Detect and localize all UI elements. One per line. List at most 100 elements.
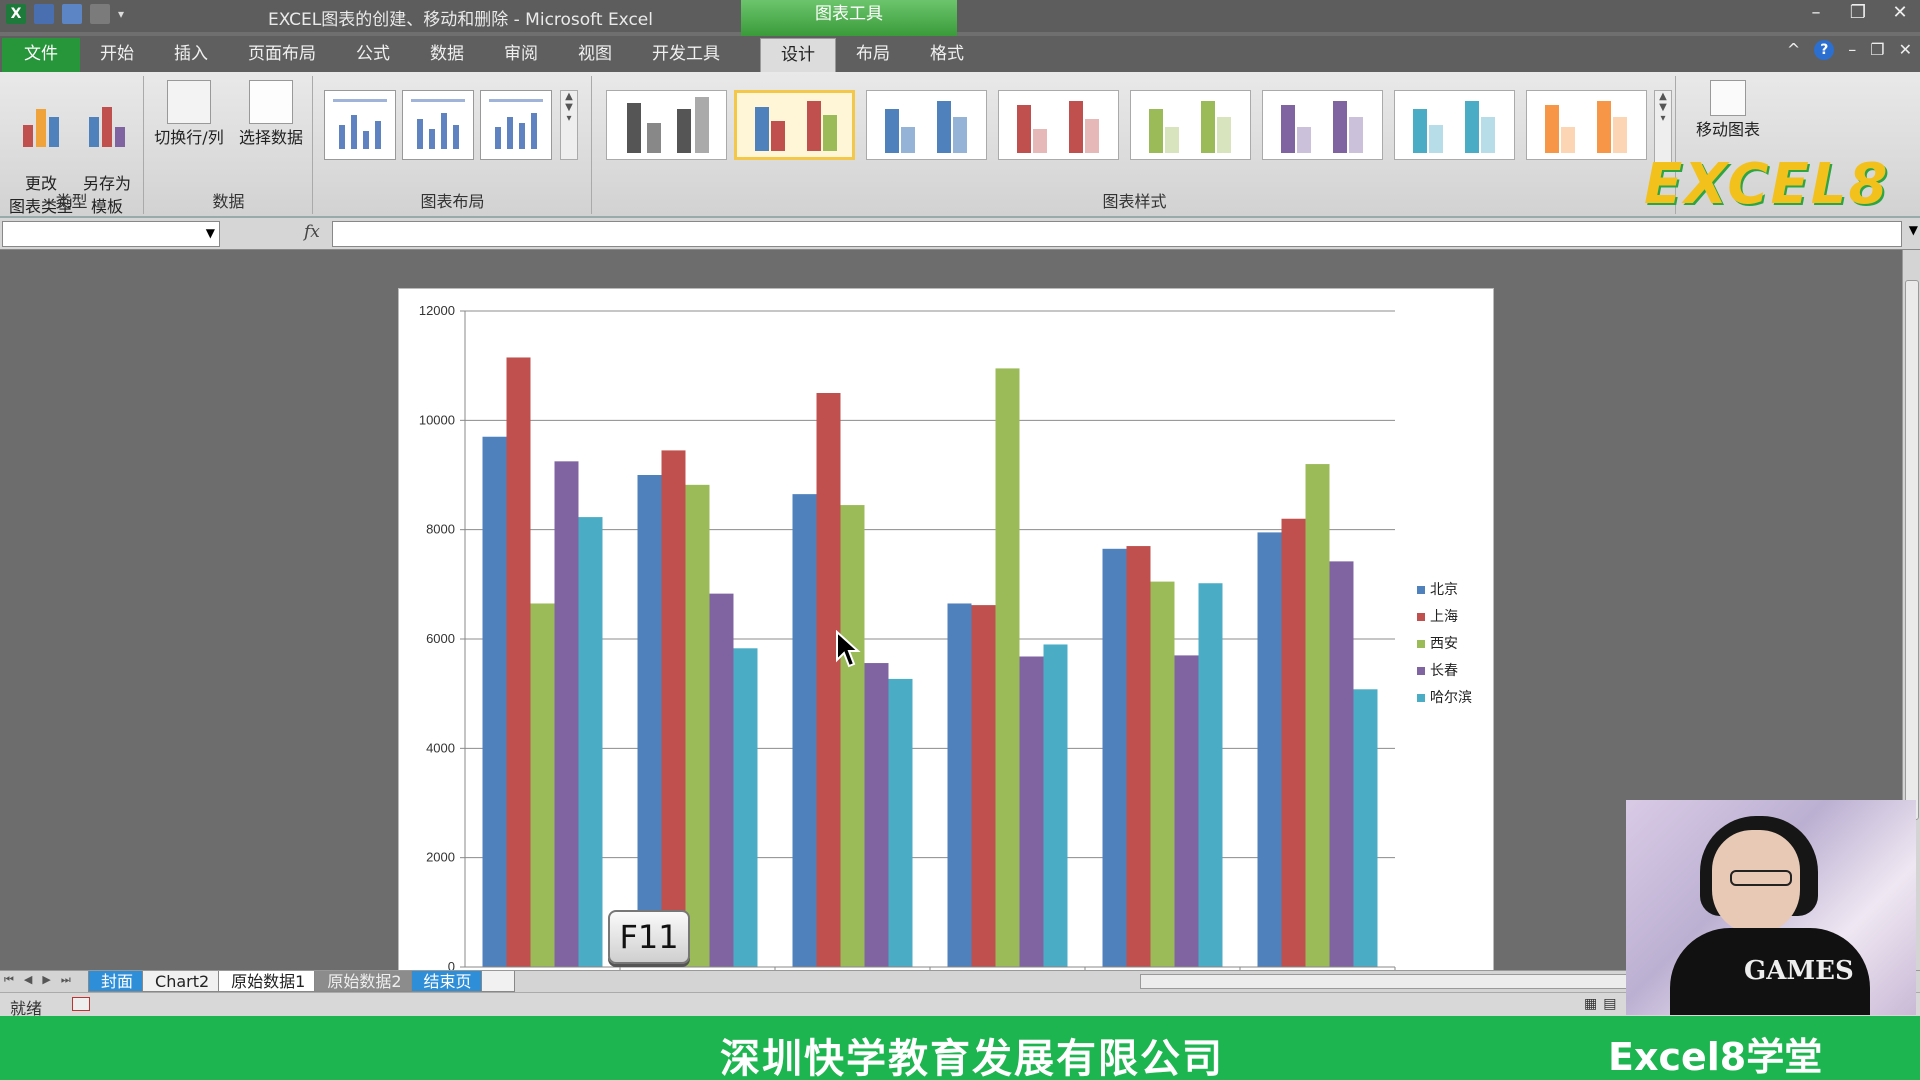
bar-3-2[interactable] xyxy=(685,484,710,967)
column-chart[interactable]: 120001000080006000400020000 北京上海西安长春哈尔滨 xyxy=(399,289,1495,974)
bar-3-5[interactable] xyxy=(1150,581,1175,967)
chart-layout-3[interactable] xyxy=(480,90,552,160)
last-sheet-icon[interactable]: ⏭ xyxy=(61,973,71,987)
bar-4-3[interactable] xyxy=(864,663,889,967)
chart-style-6[interactable] xyxy=(1262,90,1383,160)
tab-developer[interactable]: 开发工具 xyxy=(632,38,740,72)
help-icon[interactable]: ? xyxy=(1814,40,1835,60)
sheet-tab-chart2[interactable]: Chart2 xyxy=(142,971,223,992)
tab-page-layout[interactable]: 页面布局 xyxy=(228,38,336,72)
normal-view-icon[interactable]: ▦ xyxy=(1584,996,1597,1012)
sheet-tab-cover[interactable]: 封面 xyxy=(88,971,147,992)
tab-home[interactable]: 开始 xyxy=(80,38,154,72)
expand-formula-bar-icon[interactable]: ▼ xyxy=(1909,223,1918,237)
insert-function-button[interactable]: fx xyxy=(304,222,320,242)
bar-1-4[interactable] xyxy=(947,603,972,967)
save-icon[interactable] xyxy=(34,4,54,24)
bar-4-2[interactable] xyxy=(709,593,734,967)
tab-review[interactable]: 审阅 xyxy=(484,38,558,72)
restore-icon[interactable]: ❐ xyxy=(1844,2,1872,23)
bar-4-6[interactable] xyxy=(1329,561,1354,967)
undo-icon[interactable] xyxy=(62,4,82,24)
bar-1-6[interactable] xyxy=(1257,532,1282,967)
legend-swatch xyxy=(1417,640,1425,648)
bar-4-1[interactable] xyxy=(554,461,579,967)
first-sheet-icon[interactable]: ⏮ xyxy=(4,973,14,987)
bar-2-1[interactable] xyxy=(506,357,531,967)
tab-layout[interactable]: 布局 xyxy=(836,38,910,72)
insert-sheet-icon[interactable] xyxy=(480,971,515,992)
group-chart-layouts: ▲ ▼ ▾ 图表布局 xyxy=(314,76,592,214)
group-label-chart-layouts: 图表布局 xyxy=(420,192,485,211)
bar-1-3[interactable] xyxy=(792,494,817,967)
chart-style-4[interactable] xyxy=(998,90,1119,160)
bar-5-5[interactable] xyxy=(1198,583,1223,967)
horizontal-scrollbar[interactable] xyxy=(1140,974,1640,989)
bar-5-1[interactable] xyxy=(578,517,603,967)
chart-style-2[interactable] xyxy=(734,90,855,160)
chart-layout-1[interactable] xyxy=(324,90,396,160)
bar-1-1[interactable] xyxy=(482,436,507,967)
bar-2-3[interactable] xyxy=(816,393,841,967)
close-icon[interactable]: ✕ xyxy=(1886,2,1914,23)
tab-file[interactable]: 文件 xyxy=(2,38,80,72)
layout-gallery-scroll[interactable]: ▲ ▼ ▾ xyxy=(560,90,578,160)
vertical-scroll-thumb[interactable] xyxy=(1905,280,1919,820)
sheet-tab-raw-data-1[interactable]: 原始数据1 xyxy=(218,971,319,992)
bar-2-4[interactable] xyxy=(971,605,996,967)
bar-4-5[interactable] xyxy=(1174,655,1199,967)
excel-app-icon[interactable]: X xyxy=(6,4,26,24)
bar-2-5[interactable] xyxy=(1126,546,1151,967)
page-layout-view-icon[interactable]: ▤ xyxy=(1603,996,1616,1012)
bar-2-6[interactable] xyxy=(1281,518,1306,967)
tab-data[interactable]: 数据 xyxy=(410,38,484,72)
chart-style-8[interactable] xyxy=(1526,90,1647,160)
bar-3-4[interactable] xyxy=(995,368,1020,967)
chart-style-7[interactable] xyxy=(1394,90,1515,160)
window-title: EXCEL图表的创建、移动和删除 - Microsoft Excel xyxy=(268,10,653,30)
bar-3-3[interactable] xyxy=(840,505,865,967)
next-sheet-icon[interactable]: ▶ xyxy=(42,973,50,987)
footer-brand-name: Excel8学堂 xyxy=(1608,1035,1823,1079)
bar-3-1[interactable] xyxy=(530,603,555,967)
bar-4-4[interactable] xyxy=(1019,656,1044,967)
bar-1-5[interactable] xyxy=(1102,548,1127,967)
customize-qat-icon[interactable]: ▾ xyxy=(118,4,138,24)
redo-icon[interactable] xyxy=(90,4,110,24)
name-box[interactable]: ▼ xyxy=(2,221,220,247)
ribbon-right-controls: ^ ? – ❐ ✕ xyxy=(1787,40,1912,60)
switch-row-column-button[interactable]: 切换行/列 xyxy=(151,80,227,149)
prev-sheet-icon[interactable]: ◀ xyxy=(24,973,32,987)
tab-format[interactable]: 格式 xyxy=(910,38,984,72)
chart-area[interactable]: 12000 10000 8000 6000 4000 2000 0 北京 上海 西安 长春 哈尔滨 xyxy=(398,288,1495,974)
formula-input[interactable] xyxy=(332,221,1902,247)
minimize-icon[interactable]: – xyxy=(1802,2,1830,23)
bar-5-2[interactable] xyxy=(733,648,758,967)
bar-1-2[interactable] xyxy=(637,475,662,967)
bar-5-4[interactable] xyxy=(1043,644,1068,967)
bar-5-3[interactable] xyxy=(888,678,913,967)
tab-formulas[interactable]: 公式 xyxy=(336,38,410,72)
bar-3-6[interactable] xyxy=(1305,464,1330,967)
doc-close-icon[interactable]: ✕ xyxy=(1899,40,1912,60)
macro-recording-icon[interactable] xyxy=(72,997,90,1011)
name-box-dropdown-icon[interactable]: ▼ xyxy=(206,226,215,240)
tab-insert[interactable]: 插入 xyxy=(154,38,228,72)
chart-style-3[interactable] xyxy=(866,90,987,160)
y-tick-label: 12000 xyxy=(419,303,455,318)
chart-style-5[interactable] xyxy=(1130,90,1251,160)
chart-layout-2[interactable] xyxy=(402,90,474,160)
chart-style-1[interactable] xyxy=(606,90,727,160)
sheet-tab-raw-data-2[interactable]: 原始数据2 xyxy=(314,971,415,992)
bar-5-6[interactable] xyxy=(1353,689,1378,967)
move-chart-button[interactable]: 移动图表 xyxy=(1686,80,1770,141)
webcam-shirt-text: GAMES xyxy=(1744,956,1854,986)
sheet-tab-end-page[interactable]: 结束页 xyxy=(410,971,485,992)
tab-design[interactable]: 设计 xyxy=(760,38,836,72)
tab-view[interactable]: 视图 xyxy=(558,38,632,72)
doc-minimize-icon[interactable]: – xyxy=(1848,40,1856,60)
select-data-button[interactable]: 选择数据 xyxy=(233,80,309,149)
bar-2-2[interactable] xyxy=(661,450,686,967)
doc-restore-icon[interactable]: ❐ xyxy=(1870,40,1884,60)
collapse-ribbon-icon[interactable]: ^ xyxy=(1787,40,1800,60)
